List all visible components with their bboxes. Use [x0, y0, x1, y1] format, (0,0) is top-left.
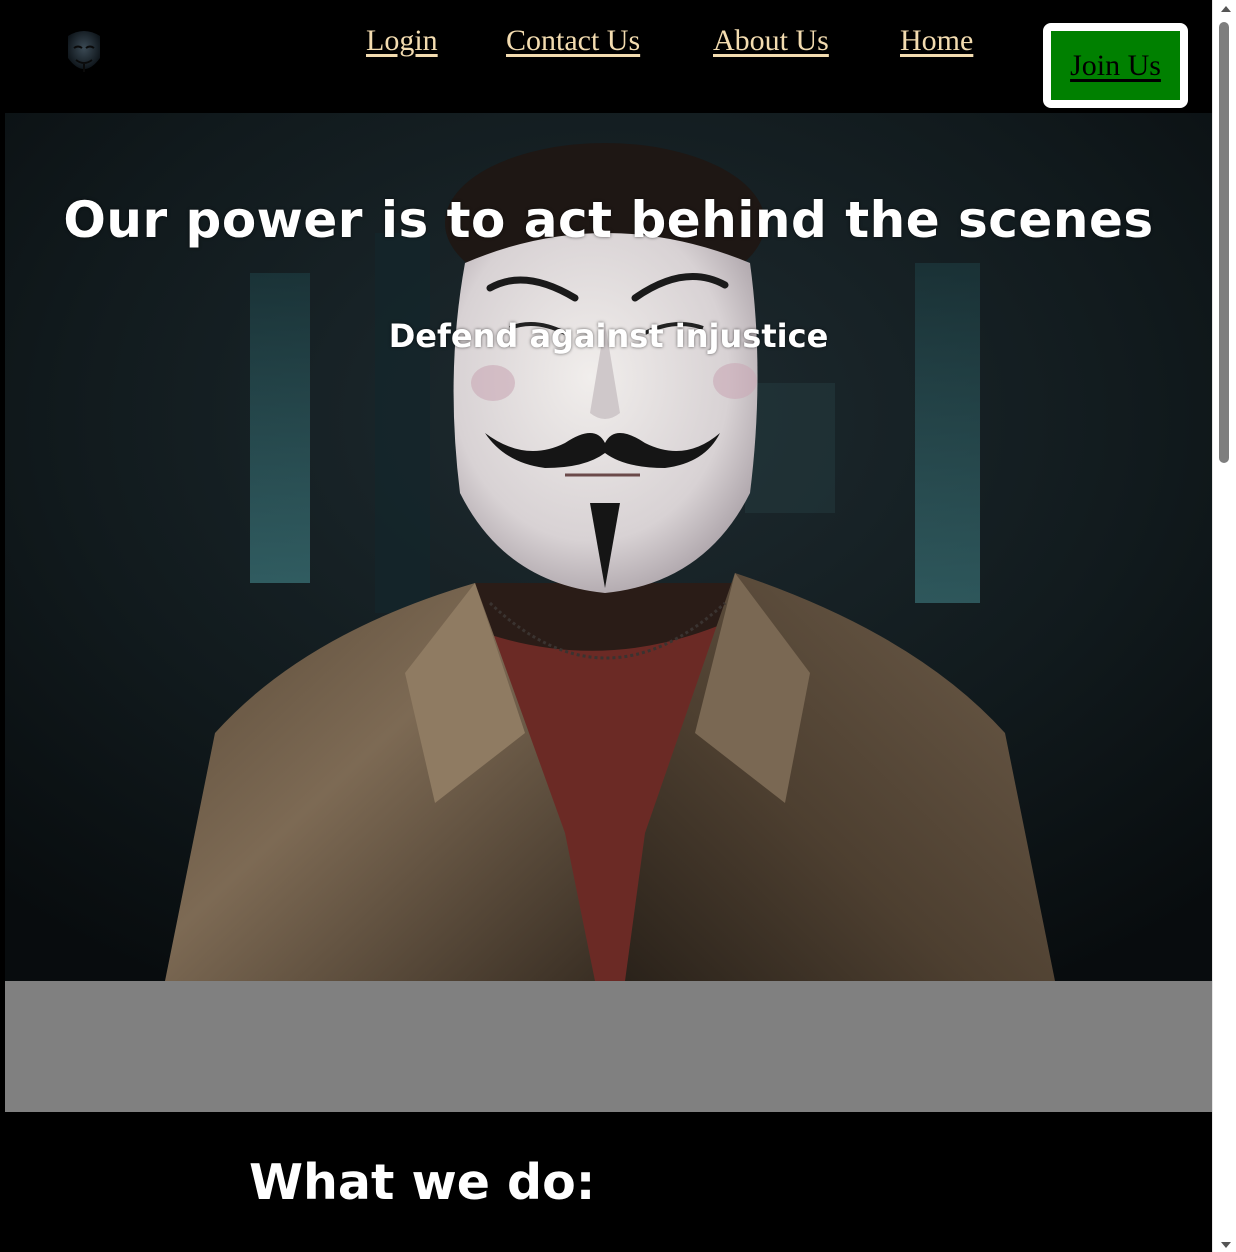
gray-band: [5, 981, 1212, 1112]
join-us-label: Join Us: [1070, 48, 1161, 82]
scroll-up-arrow-icon[interactable]: [1221, 6, 1231, 12]
nav-about-link[interactable]: About Us: [713, 24, 829, 58]
page: Login Contact Us About Us Home Join Us O…: [0, 0, 1212, 1252]
mask-logo-icon[interactable]: [62, 28, 106, 78]
what-we-do-heading: What we do:: [249, 1154, 596, 1211]
top-nav: Login Contact Us About Us Home Join Us: [0, 0, 1212, 113]
scrollbar-thumb[interactable]: [1219, 22, 1229, 463]
join-us-button[interactable]: Join Us: [1043, 23, 1188, 108]
page-scrollbar[interactable]: [1212, 0, 1236, 1252]
nav-login-link[interactable]: Login: [366, 24, 438, 58]
hero-section: Our power is to act behind the scenes De…: [5, 113, 1212, 981]
scroll-down-arrow-icon[interactable]: [1221, 1242, 1231, 1248]
hero-subtitle: Defend against injustice: [388, 317, 829, 355]
nav-contact-link[interactable]: Contact Us: [506, 24, 640, 58]
hero-title: Our power is to act behind the scenes: [63, 191, 1154, 249]
nav-home-link[interactable]: Home: [900, 24, 973, 58]
